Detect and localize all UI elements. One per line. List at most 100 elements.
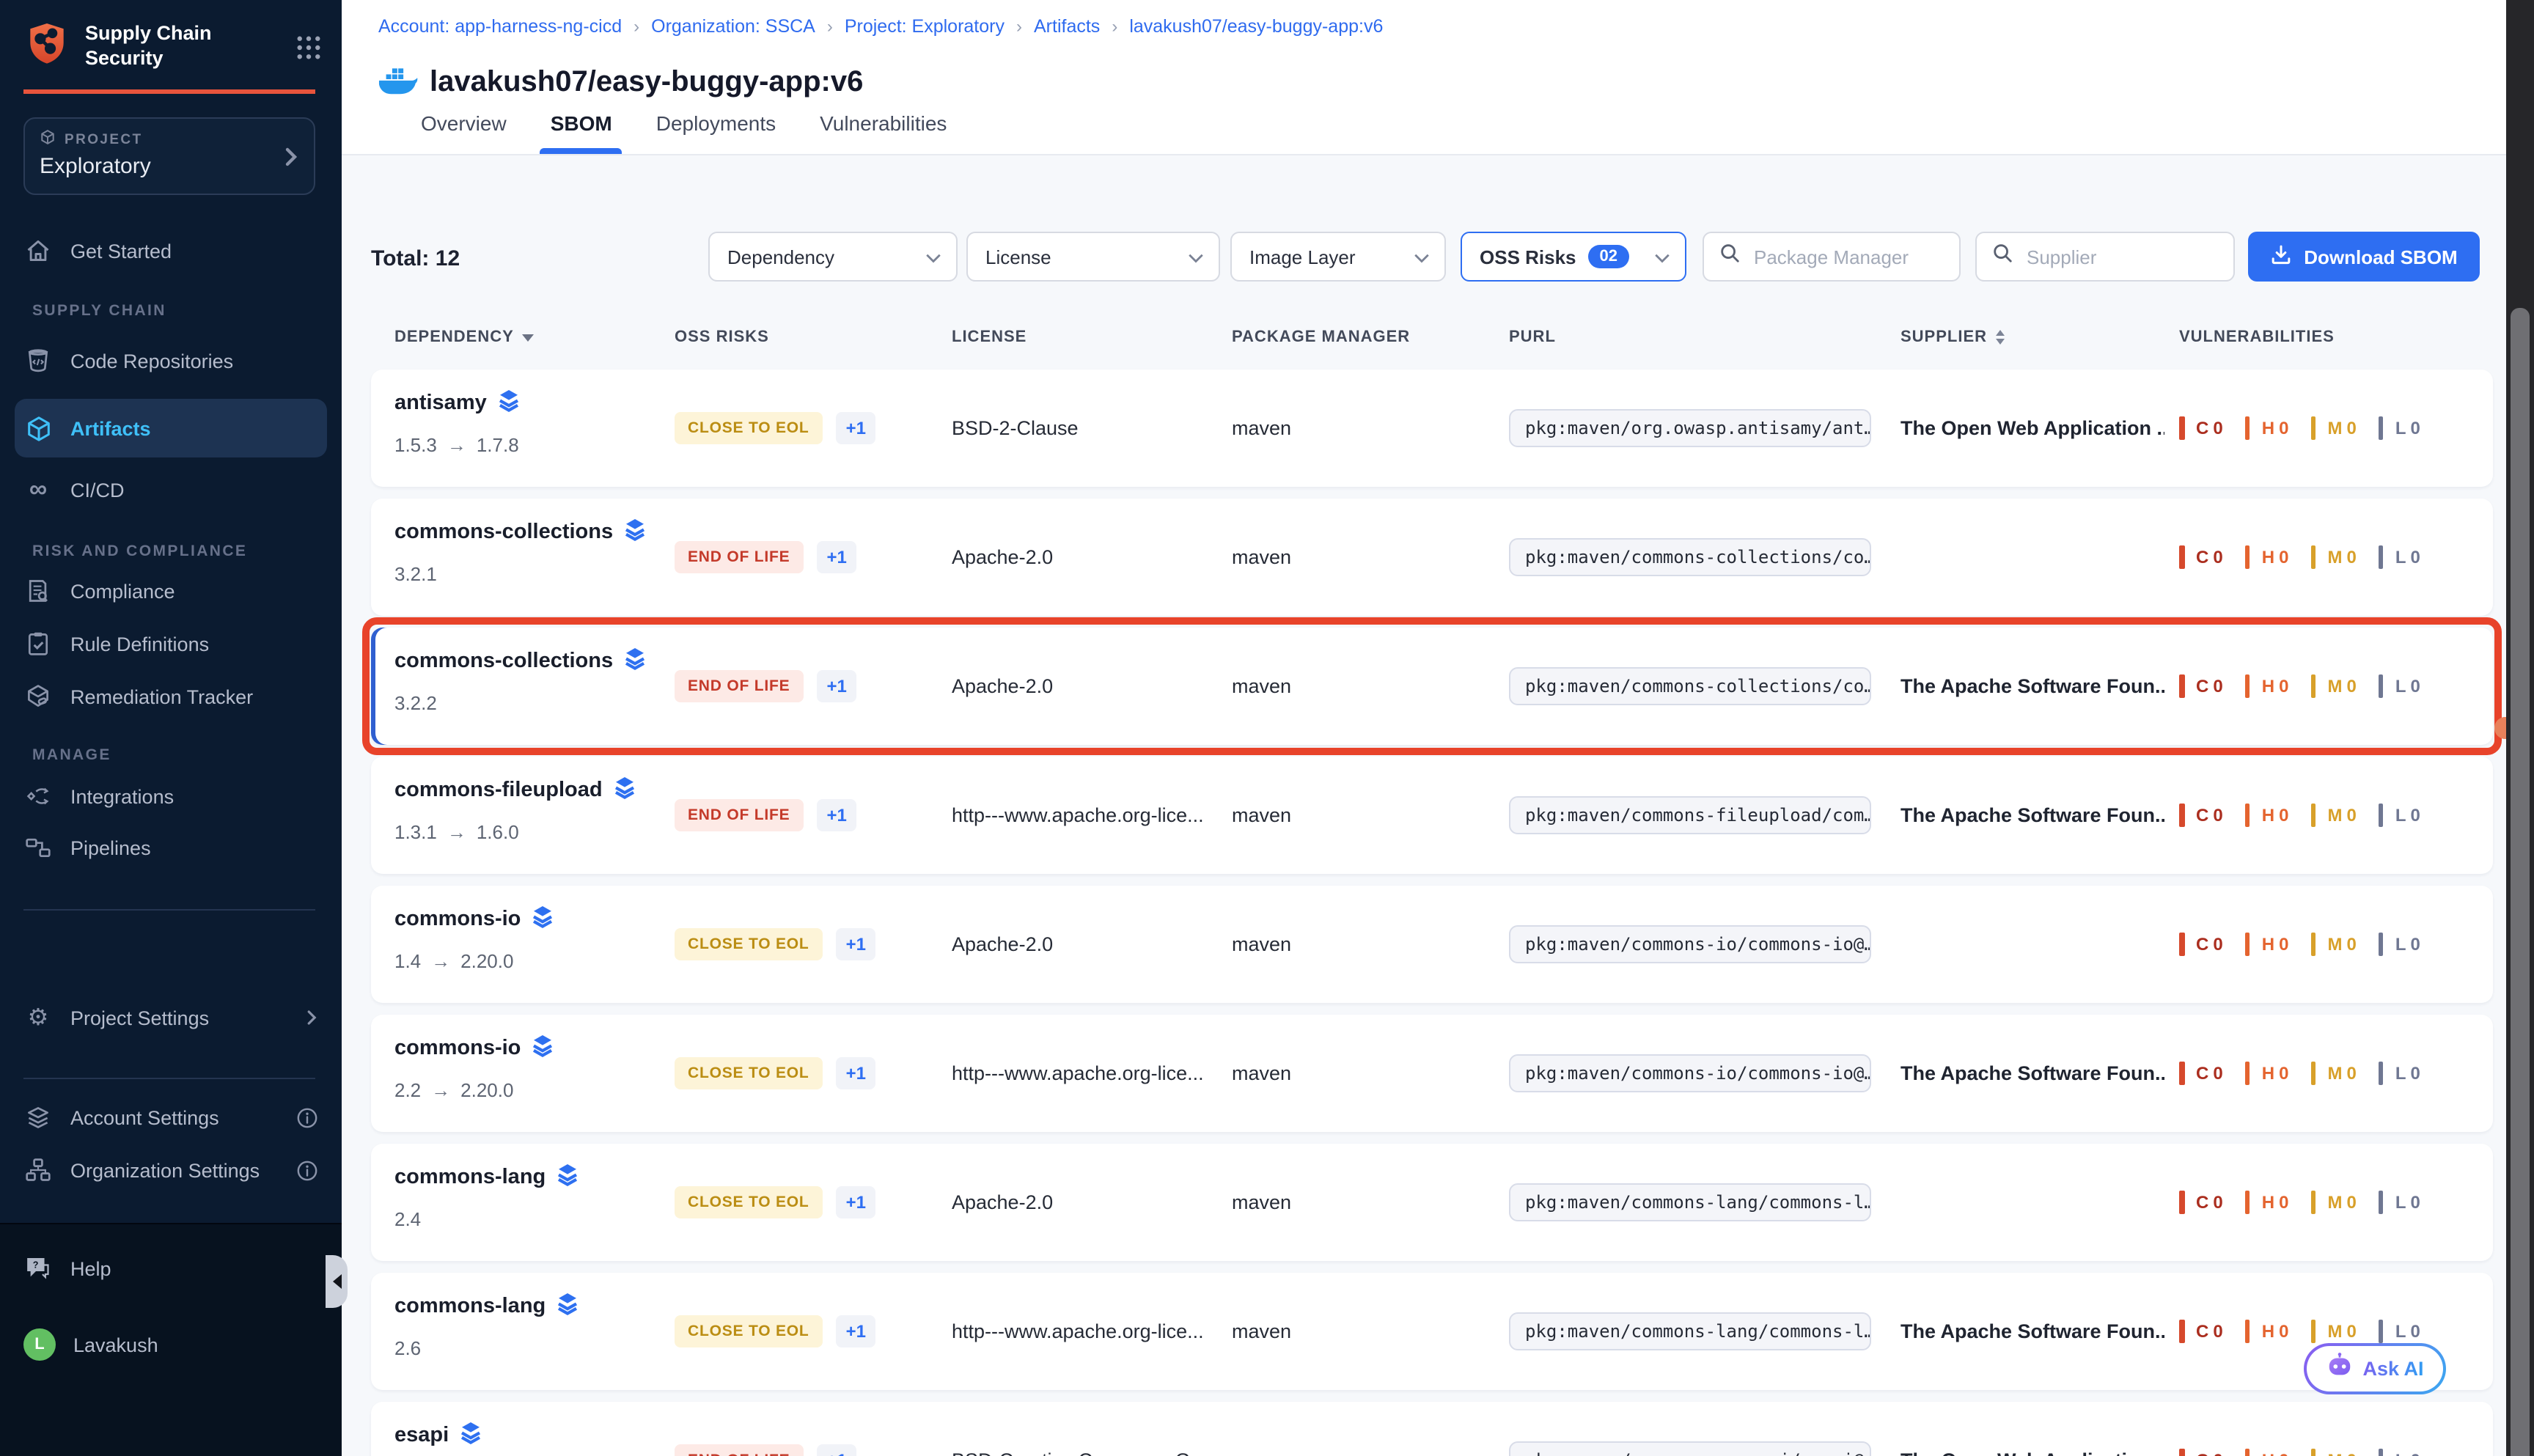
- table-row[interactable]: commons-io 1.4: [371, 886, 2493, 1003]
- license-cell: http---www.apache.org-lice...: [952, 804, 1204, 826]
- high-count: H0: [2245, 1320, 2292, 1343]
- risk-more-badge[interactable]: +1: [816, 1444, 856, 1456]
- sidebar-item-remediation-tracker[interactable]: Remediation Tracker: [15, 670, 327, 723]
- download-sbom-button[interactable]: Download SBOM: [2248, 232, 2480, 282]
- version-upgrade: → 1.6.0: [447, 821, 519, 843]
- image-layer-filter[interactable]: Image Layer: [1230, 232, 1446, 282]
- table-row[interactable]: esapi: [371, 1402, 2493, 1456]
- sidebar-item-artifacts[interactable]: Artifacts: [15, 399, 327, 457]
- purl-pill[interactable]: pkg:maven/commons-io/commons-io@…: [1509, 1054, 1871, 1092]
- package-manager-cell: maven: [1232, 1062, 1291, 1084]
- package-manager-search-input[interactable]: [1751, 244, 1944, 269]
- low-count: L0: [2379, 674, 2423, 698]
- sidebar-item-project-settings[interactable]: ⚙ Project Settings: [15, 991, 327, 1044]
- breadcrumb-account[interactable]: Account: app-harness-ng-cicd: [378, 16, 622, 37]
- supplier-cell: The Apache Software Foun...: [1900, 1062, 2164, 1084]
- oss-risk-cell: CLOSE TO EOL +1: [675, 928, 876, 960]
- help-chat-icon: ?: [23, 1254, 53, 1283]
- breadcrumb-artifact-name[interactable]: lavakush07/easy-buggy-app:v6: [1129, 16, 1383, 37]
- version-current: 2.6: [394, 1337, 421, 1359]
- oss-risks-filter[interactable]: OSS Risks 02: [1461, 232, 1686, 282]
- sidebar-item-help[interactable]: ? Help: [15, 1242, 327, 1295]
- tab-deployments[interactable]: Deployments: [656, 92, 776, 154]
- license-filter[interactable]: License: [966, 232, 1220, 282]
- purl-pill[interactable]: pkg:maven/commons-lang/commons-l…: [1509, 1183, 1871, 1221]
- risk-more-badge[interactable]: +1: [836, 412, 876, 444]
- info-icon[interactable]: [296, 1159, 318, 1181]
- project-selector[interactable]: PROJECT Exploratory: [23, 117, 315, 195]
- purl-pill[interactable]: pkg:maven/commons-collections/co…: [1509, 538, 1871, 576]
- tab-vulnerabilities[interactable]: Vulnerabilities: [820, 92, 947, 154]
- version-upgrade: → 1.7.8: [447, 434, 519, 456]
- column-dependency[interactable]: DEPENDENCY: [394, 328, 535, 346]
- table-row[interactable]: antisamy 1.5.3: [371, 369, 2493, 487]
- tab-sbom[interactable]: SBOM: [551, 92, 612, 154]
- sidebar-item-rule-definitions[interactable]: Rule Definitions: [15, 617, 327, 670]
- sidebar-item-get-started[interactable]: Get Started: [15, 224, 327, 277]
- sidebar-item-label: Project Settings: [70, 1007, 209, 1029]
- purl-pill[interactable]: pkg:maven/commons-fileupload/com…: [1509, 796, 1871, 834]
- purl-pill[interactable]: pkg:maven/commons-io/commons-io@…: [1509, 925, 1871, 963]
- risk-more-badge[interactable]: +1: [816, 799, 856, 831]
- breadcrumb-organization[interactable]: Organization: SSCA: [651, 16, 815, 37]
- supplier-search-input[interactable]: [2024, 244, 2219, 269]
- risk-more-badge[interactable]: +1: [836, 1057, 876, 1089]
- breadcrumb-artifacts[interactable]: Artifacts: [1034, 16, 1100, 37]
- table-row[interactable]: commons-collections 3.2.1: [371, 499, 2493, 616]
- medium-count: M0: [2310, 1191, 2359, 1214]
- column-supplier[interactable]: SUPPLIER: [1900, 328, 2005, 346]
- vulnerabilities-cell: C0 H0 M0 L0: [2179, 1191, 2423, 1214]
- table-row[interactable]: commons-lang 2.6: [371, 1273, 2493, 1390]
- avatar: L: [23, 1328, 56, 1361]
- tab-overview[interactable]: Overview: [421, 92, 507, 154]
- critical-bar: [2179, 1320, 2184, 1343]
- critical-bar: [2179, 1191, 2184, 1214]
- purl-pill[interactable]: pkg:maven/commons-lang/commons-l…: [1509, 1312, 1871, 1350]
- breadcrumb-project[interactable]: Project: Exploratory: [845, 16, 1005, 37]
- purl-pill[interactable]: pkg:maven/org.owasp.antisamy/ant…: [1509, 409, 1871, 447]
- oss-risk-cell: END OF LIFE +1: [675, 541, 857, 573]
- main-content: Account: app-harness-ng-cicd › Organizat…: [342, 0, 2534, 1456]
- ask-ai-button[interactable]: Ask AI: [2304, 1343, 2446, 1394]
- purl-pill[interactable]: pkg:maven/org.owasp.esapi/esapi@…: [1509, 1441, 1871, 1456]
- sidebar-item-cicd[interactable]: ∞ CI/CD: [15, 463, 327, 516]
- risk-more-badge[interactable]: +1: [816, 541, 856, 573]
- low-bar: [2379, 1191, 2384, 1214]
- critical-count: C0: [2179, 545, 2226, 569]
- risk-more-badge[interactable]: +1: [836, 1315, 876, 1347]
- sidebar-item-pipelines[interactable]: Pipelines: [15, 821, 327, 874]
- dependency-cell: commons-collections 3.2.1: [394, 518, 647, 585]
- chevron-down-icon: [1654, 246, 1670, 268]
- sidebar-item-account-settings[interactable]: Account Settings: [15, 1091, 327, 1144]
- breadcrumb-separator: ›: [634, 16, 639, 37]
- dependency-filter[interactable]: Dependency: [708, 232, 958, 282]
- table-row[interactable]: commons-collections 3.2.2: [371, 628, 2493, 745]
- sidebar-item-code-repositories[interactable]: Code Repositories: [15, 334, 327, 387]
- high-count: H0: [2245, 416, 2292, 440]
- sidebar-item-compliance[interactable]: Compliance: [15, 565, 327, 617]
- high-bar: [2245, 1449, 2250, 1456]
- dependency-cell: esapi: [394, 1421, 482, 1456]
- layers-icon: [531, 905, 554, 934]
- vertical-scrollbar[interactable]: [2506, 0, 2534, 1456]
- module-grid-icon[interactable]: [292, 31, 324, 63]
- sidebar-item-user[interactable]: L Lavakush: [15, 1318, 327, 1371]
- low-count: L0: [2379, 804, 2423, 827]
- risk-more-badge[interactable]: +1: [836, 1186, 876, 1218]
- table-row[interactable]: commons-fileupload 1.3.1: [371, 757, 2493, 874]
- risk-badge: CLOSE TO EOL: [675, 1186, 823, 1218]
- risk-more-badge[interactable]: +1: [836, 928, 876, 960]
- table-row[interactable]: commons-io 2.2: [371, 1015, 2493, 1132]
- critical-bar: [2179, 674, 2184, 698]
- vulnerabilities-cell: C0 H0 M0 L0: [2179, 804, 2423, 827]
- scrollbar-thumb[interactable]: [2511, 308, 2530, 1456]
- sidebar-item-organization-settings[interactable]: Organization Settings: [15, 1144, 327, 1196]
- risk-more-badge[interactable]: +1: [816, 670, 856, 702]
- sidebar-collapse-handle[interactable]: [326, 1255, 348, 1308]
- purl-pill[interactable]: pkg:maven/commons-collections/co…: [1509, 667, 1871, 705]
- table-row[interactable]: commons-lang 2.4: [371, 1144, 2493, 1261]
- sidebar-item-integrations[interactable]: Integrations: [15, 770, 327, 823]
- info-icon[interactable]: [296, 1106, 318, 1128]
- total-count: Total: 12: [371, 246, 460, 271]
- high-bar: [2245, 674, 2250, 698]
